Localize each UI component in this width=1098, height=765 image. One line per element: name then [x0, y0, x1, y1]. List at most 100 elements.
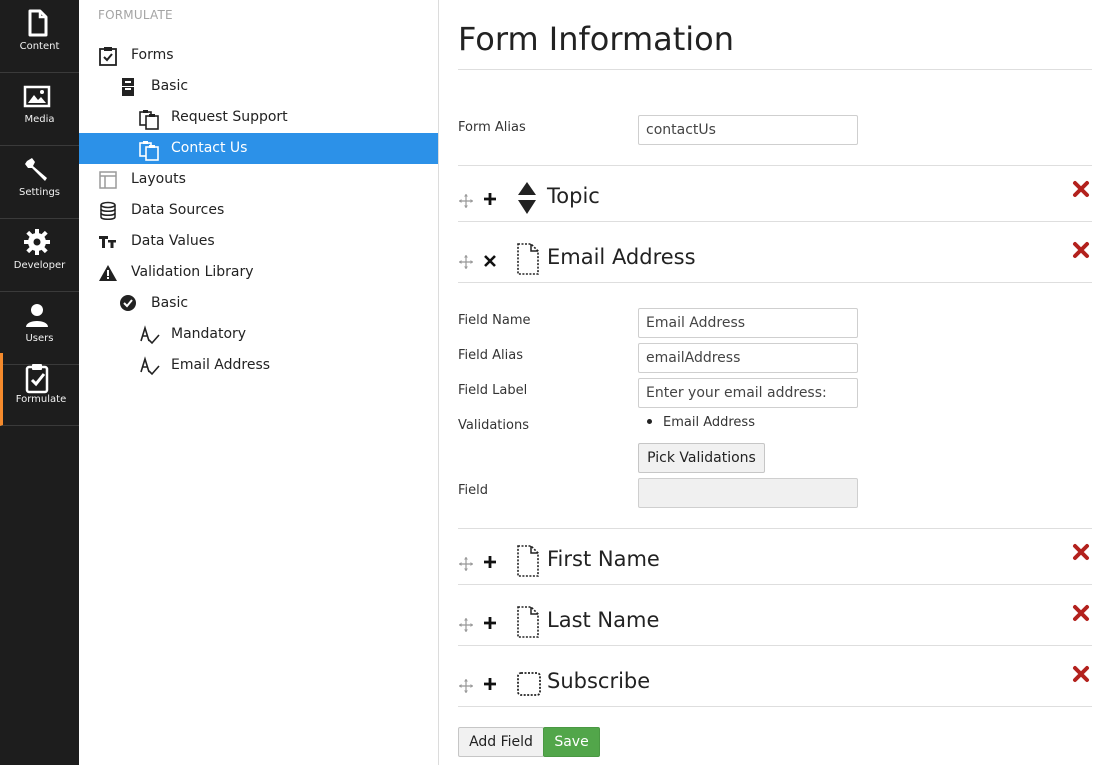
- rail-label: Settings: [18, 187, 60, 198]
- field-name: Subscribe: [547, 669, 651, 693]
- tree-item-label: Basic: [151, 295, 189, 311]
- tree-item-forms[interactable]: Forms: [79, 40, 438, 71]
- delete-icon[interactable]: [1072, 241, 1090, 259]
- file-cabinet-icon: [122, 78, 134, 96]
- gear-icon: [24, 229, 50, 255]
- layout-icon: [99, 171, 117, 189]
- image-icon: [23, 85, 51, 108]
- form-icon: [139, 110, 159, 130]
- text-field-icon: [517, 606, 539, 638]
- clipboard-check-icon: [99, 47, 117, 66]
- rail-item-formulate[interactable]: Formulate: [0, 353, 79, 426]
- drag-handle-icon[interactable]: [458, 617, 474, 633]
- field-row-topic: Topic: [458, 176, 1092, 222]
- tree-item-label: Layouts: [131, 171, 186, 187]
- drag-handle-icon[interactable]: [458, 193, 474, 209]
- tree-item-email-address[interactable]: Email Address: [79, 350, 438, 381]
- divider: [458, 645, 1092, 646]
- expand-icon[interactable]: [483, 616, 497, 630]
- tree-item-basic-forms[interactable]: Basic: [79, 71, 438, 102]
- validations-label: Validations: [458, 418, 529, 433]
- clipboard-check-icon: [25, 364, 49, 394]
- checkbox-icon: [517, 672, 541, 696]
- delete-icon[interactable]: [1072, 665, 1090, 683]
- add-field-button[interactable]: Add Field: [458, 727, 544, 757]
- tree-item-data-values[interactable]: Data Values: [79, 226, 438, 257]
- rail-item-content[interactable]: Content: [0, 0, 79, 73]
- tree-item-layouts[interactable]: Layouts: [79, 164, 438, 195]
- rail-item-media[interactable]: Media: [0, 73, 79, 146]
- rail-item-developer[interactable]: Developer: [0, 219, 79, 292]
- rail-label: Users: [25, 333, 54, 344]
- field-name-input[interactable]: Email Address: [638, 308, 858, 338]
- text-field-icon: [517, 243, 539, 275]
- form-alias-label: Form Alias: [458, 120, 526, 135]
- expand-icon[interactable]: [483, 677, 497, 691]
- section-title: FORMULATE: [98, 8, 173, 22]
- field-alias-input[interactable]: emailAddress: [638, 343, 858, 373]
- field-name: Last Name: [547, 608, 660, 632]
- text-size-icon: [99, 236, 116, 248]
- divider: [458, 69, 1092, 70]
- field-alias-label: Field Alias: [458, 348, 523, 363]
- wrench-icon: [25, 158, 47, 181]
- validation-list-item: Email Address: [647, 415, 755, 430]
- tree-item-label: Data Sources: [131, 202, 225, 218]
- tree-item-label: Email Address: [171, 357, 271, 373]
- validation-icon: [140, 356, 160, 376]
- drag-handle-icon[interactable]: [458, 678, 474, 694]
- delete-icon[interactable]: [1072, 180, 1090, 198]
- tree-item-label: Data Values: [131, 233, 215, 249]
- delete-icon[interactable]: [1072, 604, 1090, 622]
- tree-item-validation-library[interactable]: Validation Library: [79, 257, 438, 288]
- field-label-label: Field Label: [458, 383, 528, 398]
- page-title: Form Information: [458, 20, 735, 58]
- field-row-first-name: First Name: [458, 539, 1092, 585]
- field-row-subscribe: Subscribe: [458, 661, 1092, 707]
- drag-handle-icon[interactable]: [458, 556, 474, 572]
- field-row-email-address: Email Address: [458, 237, 1092, 283]
- sort-icon: [518, 182, 536, 214]
- field-extra-label: Field: [458, 483, 489, 498]
- divider: [458, 221, 1092, 222]
- tree-item-basic-validations[interactable]: Basic: [79, 288, 438, 319]
- divider: [458, 584, 1092, 585]
- check-circle-icon: [120, 295, 136, 311]
- field-row-last-name: Last Name: [458, 600, 1092, 646]
- rail-label: Formulate: [15, 394, 67, 405]
- divider: [458, 528, 1092, 529]
- rail-label: Developer: [13, 260, 66, 271]
- form-alias-input[interactable]: contactUs: [638, 115, 858, 145]
- database-icon: [100, 201, 116, 220]
- tree-item-label: Basic: [151, 78, 189, 94]
- tree-item-mandatory[interactable]: Mandatory: [79, 319, 438, 350]
- delete-icon[interactable]: [1072, 543, 1090, 561]
- field-extra-input[interactable]: [638, 478, 858, 508]
- field-label-input[interactable]: Enter your email address:: [638, 378, 858, 408]
- pick-validations-button[interactable]: Pick Validations: [638, 443, 765, 473]
- divider: [458, 706, 1092, 707]
- warning-icon: [99, 265, 117, 281]
- divider: [458, 282, 1092, 283]
- form-icon: [139, 141, 159, 161]
- tree-item-label: Forms: [131, 47, 174, 63]
- expand-icon[interactable]: [483, 555, 497, 569]
- text-field-icon: [517, 545, 539, 577]
- user-icon: [26, 304, 48, 327]
- divider: [458, 165, 1092, 166]
- drag-handle-icon[interactable]: [458, 254, 474, 270]
- tree-item-label: Request Support: [171, 109, 288, 125]
- rail-item-settings[interactable]: Settings: [0, 146, 79, 219]
- expand-icon[interactable]: [483, 192, 497, 206]
- validation-icon: [140, 325, 160, 345]
- tree-item-contact-us[interactable]: Contact Us: [79, 133, 438, 164]
- tree-item-label: Validation Library: [131, 264, 254, 280]
- field-name-label: Field Name: [458, 313, 531, 328]
- document-icon: [28, 9, 48, 37]
- tree-item-request-support[interactable]: Request Support: [79, 102, 438, 133]
- field-name: Topic: [547, 184, 600, 208]
- collapse-icon[interactable]: [483, 253, 497, 267]
- tree-item-data-sources[interactable]: Data Sources: [79, 195, 438, 226]
- save-button[interactable]: Save: [543, 727, 600, 757]
- rail-label: Media: [24, 114, 55, 125]
